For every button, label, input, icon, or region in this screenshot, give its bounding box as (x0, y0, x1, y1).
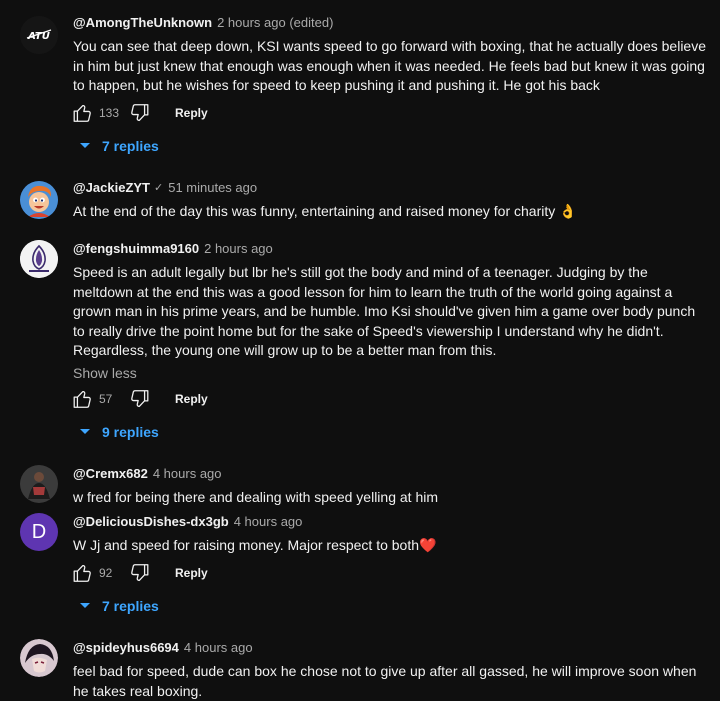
comment-author[interactable]: @Cremx682 (73, 465, 148, 483)
atu-logo-icon: ATU (20, 16, 58, 54)
replies-label: 7 replies (102, 138, 159, 154)
cartoon-avatar-icon (20, 181, 58, 219)
caret-down-icon (78, 427, 92, 437)
photo-avatar-icon (20, 465, 58, 503)
dislike-icon[interactable] (129, 562, 151, 584)
dislike-icon[interactable] (129, 388, 151, 410)
comment-author[interactable]: @spideyhus6694 (73, 639, 179, 657)
view-replies-button[interactable]: 9 replies (78, 421, 159, 443)
replies-label: 7 replies (102, 598, 159, 614)
comment-text: w fred for being there and dealing with … (73, 489, 438, 505)
avatar[interactable] (20, 465, 58, 503)
show-less-button[interactable]: Show less (73, 365, 708, 381)
comment-text: Speed is an adult legally but lbr he's s… (73, 264, 696, 358)
emblem-avatar-icon (20, 240, 58, 278)
reply-button[interactable]: Reply (175, 392, 208, 406)
view-replies-button[interactable]: 7 replies (78, 135, 159, 157)
comment-text: At the end of the day this was funny, en… (73, 203, 577, 219)
caret-down-icon (78, 141, 92, 151)
comment-text: W Jj and speed for raising money. Major … (73, 537, 437, 553)
comment-actions: 92 Reply (71, 561, 208, 585)
caret-down-icon (78, 601, 92, 611)
view-replies-button[interactable]: 7 replies (78, 595, 159, 617)
comment-time[interactable]: 4 hours ago (184, 639, 253, 657)
comment-time[interactable]: 51 minutes ago (168, 179, 257, 197)
avatar-letter: D (31, 520, 47, 543)
dislike-icon[interactable] (129, 102, 151, 124)
comment-time[interactable]: 4 hours ago (153, 465, 222, 483)
avatar[interactable]: ATU (20, 16, 58, 54)
reply-button[interactable]: Reply (175, 566, 208, 580)
comment-time[interactable]: 2 hours ago (204, 240, 273, 258)
avatar[interactable] (20, 181, 58, 219)
like-icon[interactable] (71, 102, 93, 124)
anime-avatar-icon (20, 639, 58, 677)
svg-text:ATU: ATU (27, 31, 50, 42)
like-icon[interactable] (71, 562, 93, 584)
like-count: 92 (99, 566, 113, 580)
comment-text: feel bad for speed, dude can box he chos… (73, 663, 697, 699)
comment-actions: 57 Reply (71, 387, 208, 411)
avatar[interactable]: D (20, 513, 58, 551)
like-count: 57 (99, 392, 113, 406)
comment-time[interactable]: 4 hours ago (234, 513, 303, 531)
like-icon[interactable] (71, 388, 93, 410)
avatar[interactable] (20, 240, 58, 278)
like-count: 133 (99, 106, 120, 120)
comment-time[interactable]: 2 hours ago (edited) (217, 14, 333, 32)
comment-author[interactable]: @JackieZYT (73, 179, 150, 197)
comment-actions: 133 Reply (71, 101, 208, 125)
verified-check-icon: ✓ (154, 182, 164, 194)
comment-author[interactable]: @fengshuimma9160 (73, 240, 199, 258)
replies-label: 9 replies (102, 424, 159, 440)
comment-text: You can see that deep down, KSI wants sp… (73, 38, 707, 93)
avatar[interactable] (20, 639, 58, 677)
reply-button[interactable]: Reply (175, 106, 208, 120)
comment-author[interactable]: @DeliciousDishes-dx3gb (73, 513, 229, 531)
comment-author[interactable]: @AmongTheUnknown (73, 14, 212, 32)
